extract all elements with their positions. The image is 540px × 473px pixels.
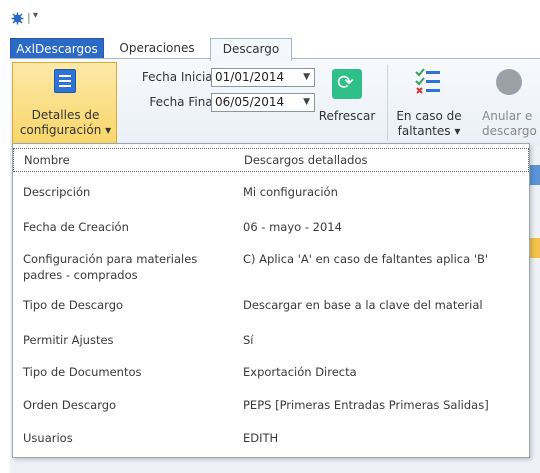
- cancel-discharge-label: Anular e descargo: [482, 109, 537, 138]
- missing-items-label: En caso de faltantes ▾: [396, 109, 462, 138]
- app-logo-icon[interactable]: [11, 12, 24, 25]
- detail-row-descripcion[interactable]: Descripción Mi configuración: [13, 184, 529, 204]
- detail-key: Nombre: [24, 153, 70, 167]
- detail-key: Permitir Ajustes: [23, 333, 114, 347]
- detail-value: EDITH: [243, 431, 279, 445]
- tab-operaciones[interactable]: Operaciones: [110, 38, 204, 60]
- detail-key: Tipo de Descargo: [23, 298, 124, 312]
- detail-value: Descargar en base a la clave del materia…: [243, 298, 483, 312]
- refresh-label: Refrescar: [318, 109, 376, 123]
- refresh-button[interactable]: ⟳ Refrescar: [316, 61, 378, 141]
- config-details-label: Detalles de configuración ▾: [19, 108, 112, 137]
- refresh-icon: ⟳: [332, 69, 362, 99]
- fecha-final-input[interactable]: 06/05/2014 ▼: [211, 93, 315, 112]
- customize-toolbar-icon[interactable]: ▾: [33, 10, 38, 21]
- detail-value: 06 - mayo - 2014: [243, 220, 342, 234]
- fecha-inicial-label: Fecha Inicial: [141, 70, 216, 84]
- detail-key: Tipo de Documentos: [23, 365, 142, 379]
- ribbon-tabs: AxlDescargos Operaciones Descargo: [0, 34, 540, 61]
- gear-cancel-icon: [496, 69, 522, 95]
- fecha-inicial-input[interactable]: 01/01/2014 ▼: [211, 68, 315, 87]
- config-details-dropdown: Nombre Descargos detallados Descripción …: [12, 143, 530, 458]
- config-details-button[interactable]: Detalles de configuración ▾: [12, 62, 117, 144]
- chevron-down-icon[interactable]: ▼: [303, 69, 310, 86]
- detail-row-tipo-descargo[interactable]: Tipo de Descargo Descargar en base a la …: [13, 297, 529, 317]
- cancel-discharge-button[interactable]: Anular e descargo: [470, 61, 540, 141]
- detail-row-usuarios[interactable]: Usuarios EDITH: [13, 430, 529, 450]
- detail-row-fecha-creacion[interactable]: Fecha de Creación 06 - mayo - 2014: [13, 219, 529, 239]
- fecha-final-label: Fecha Final: [149, 95, 216, 109]
- detail-value: Mi configuración: [243, 185, 338, 199]
- detail-value: Exportación Directa: [243, 365, 357, 379]
- detail-key: Orden Descargo: [23, 398, 117, 412]
- detail-value: PEPS [Primeras Entradas Primeras Salidas…: [243, 398, 489, 412]
- checklist-icon: [415, 68, 440, 94]
- detail-value: C) Aplica 'A' en caso de faltantes aplic…: [243, 252, 489, 266]
- tab-file[interactable]: AxlDescargos: [10, 38, 104, 60]
- quick-access-toolbar: | ▾: [0, 0, 540, 34]
- detail-row-permitir-ajustes[interactable]: Permitir Ajustes Sí: [13, 332, 529, 352]
- tab-descargo[interactable]: Descargo: [210, 38, 292, 61]
- detail-row-config-materiales[interactable]: Configuración para materiales padres - c…: [13, 251, 529, 285]
- detail-key: Descripción: [23, 185, 91, 199]
- chevron-down-icon[interactable]: ▼: [303, 94, 310, 111]
- detail-value: Sí: [243, 333, 254, 347]
- ribbon-panel: Detalles de configuración ▾ Fecha Inicia…: [10, 58, 540, 146]
- detail-value: Descargos detallados: [244, 153, 368, 167]
- detail-row-orden-descargo[interactable]: Orden Descargo PEPS [Primeras Entradas P…: [13, 397, 529, 417]
- detail-key: Fecha de Creación: [23, 220, 129, 234]
- missing-items-button[interactable]: En caso de faltantes ▾: [392, 61, 466, 141]
- detail-key: Configuración para materiales padres - c…: [23, 252, 198, 282]
- toolbar-separator: |: [27, 11, 31, 24]
- detail-row-nombre[interactable]: Nombre Descargos detallados: [13, 148, 529, 172]
- list-document-icon: [54, 69, 76, 93]
- detail-key: Usuarios: [23, 431, 73, 445]
- detail-row-tipo-documentos[interactable]: Tipo de Documentos Exportación Directa: [13, 364, 529, 384]
- ribbon-divider: [387, 65, 388, 141]
